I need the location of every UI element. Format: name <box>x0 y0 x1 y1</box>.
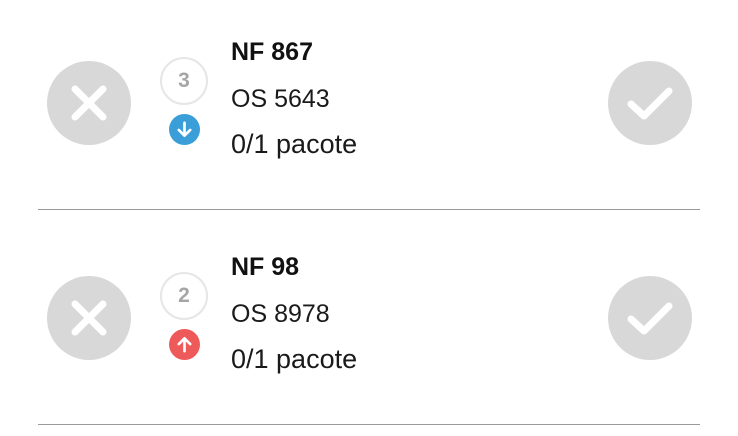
sequence-number: 2 <box>178 284 190 307</box>
direction-indicator <box>169 114 200 145</box>
delivery-item: 3 NF 867 OS 5643 0/1 pacote <box>0 0 738 215</box>
package-count: 0/1 pacote <box>231 129 358 159</box>
row-divider <box>38 209 700 210</box>
reject-button[interactable] <box>47 61 131 145</box>
close-icon <box>71 85 107 121</box>
arrow-up-icon <box>177 336 192 353</box>
direction-indicator <box>169 329 200 360</box>
delivery-item: 2 NF 98 OS 8978 0/1 pacote <box>0 215 738 430</box>
close-icon <box>71 300 107 336</box>
reject-button[interactable] <box>47 276 131 360</box>
delivery-list: 3 NF 867 OS 5643 0/1 pacote 2 NF 98 OS 8… <box>0 0 738 436</box>
check-icon <box>627 302 673 335</box>
order-number: OS 8978 <box>231 300 330 328</box>
sequence-badge: 3 <box>160 57 208 105</box>
row-divider <box>38 424 700 425</box>
check-icon <box>627 87 673 120</box>
sequence-number: 3 <box>178 69 190 92</box>
invoice-number: NF 867 <box>231 38 313 66</box>
confirm-button[interactable] <box>608 61 692 145</box>
sequence-badge: 2 <box>160 272 208 320</box>
package-count: 0/1 pacote <box>231 344 358 374</box>
order-number: OS 5643 <box>231 85 330 113</box>
invoice-number: NF 98 <box>231 253 300 281</box>
arrow-down-icon <box>177 121 192 138</box>
confirm-button[interactable] <box>608 276 692 360</box>
